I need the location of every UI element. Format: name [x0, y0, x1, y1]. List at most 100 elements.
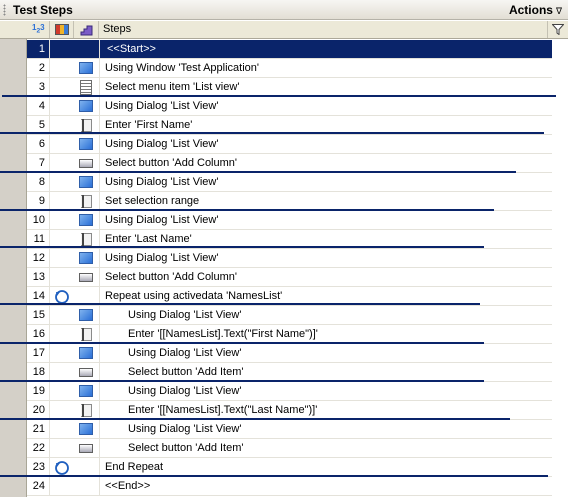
step-row[interactable]: 6 Using Dialog 'List View' [0, 135, 552, 154]
step-text: Using Dialog 'List View' [99, 420, 552, 439]
button-icon [79, 444, 93, 453]
edit-field-icon [81, 195, 92, 208]
step-number: 6 [27, 135, 50, 154]
step-type-cell [50, 173, 74, 192]
column-header-number[interactable]: 123 [27, 21, 50, 38]
step-row[interactable]: 10 Using Dialog 'List View' [0, 211, 552, 230]
panel-title: Test Steps [13, 3, 73, 17]
step-number: 10 [27, 211, 50, 230]
step-text: Select button 'Add Column' [99, 268, 552, 287]
edit-field-icon [81, 233, 92, 246]
window-icon [79, 347, 93, 359]
step-number: 13 [27, 268, 50, 287]
step-number: 2 [27, 59, 50, 78]
filter-icon [552, 24, 564, 35]
step-number: 1 [27, 40, 50, 59]
step-text: Using Dialog 'List View' [99, 306, 552, 325]
step-row[interactable]: 17 Using Dialog 'List View' [0, 344, 552, 363]
step-type-cell [50, 211, 74, 230]
step-type-cell [50, 344, 74, 363]
step-icon-cell [74, 477, 99, 496]
step-text: <<End>> [99, 477, 552, 496]
step-type-cell [50, 40, 74, 59]
step-number: 22 [27, 439, 50, 458]
step-row[interactable]: 13 Select button 'Add Column' [0, 268, 552, 287]
step-row[interactable]: 21 Using Dialog 'List View' [0, 420, 552, 439]
step-text: Using Dialog 'List View' [99, 97, 552, 116]
step-row[interactable]: 22 Select button 'Add Item' [0, 439, 552, 458]
step-type-cell [50, 268, 74, 287]
repeat-icon [54, 289, 70, 304]
step-type-cell [50, 249, 74, 268]
step-row[interactable]: 19 Using Dialog 'List View' [0, 382, 552, 401]
window-icon [79, 214, 93, 226]
step-row[interactable]: 8 Using Dialog 'List View' [0, 173, 552, 192]
step-type-cell [50, 135, 74, 154]
step-row[interactable]: 15 Using Dialog 'List View' [0, 306, 552, 325]
column-header-steps[interactable]: Steps [99, 21, 548, 38]
step-number: 12 [27, 249, 50, 268]
step-icon-cell [74, 211, 99, 230]
column-header-level[interactable] [74, 21, 99, 38]
step-type-cell [50, 382, 74, 401]
step-icon-cell [74, 420, 99, 439]
step-text: Using Dialog 'List View' [99, 135, 552, 154]
step-icon-cell [74, 135, 99, 154]
button-icon [79, 273, 93, 282]
staircase-icon [80, 25, 93, 36]
step-row[interactable]: 12 Using Dialog 'List View' [0, 249, 552, 268]
step-row[interactable]: 2 Using Window 'Test Application' [0, 59, 552, 78]
group-divider [0, 132, 544, 134]
step-number: 8 [27, 173, 50, 192]
step-type-cell [50, 439, 74, 458]
step-type-cell [50, 59, 74, 78]
window-icon [79, 423, 93, 435]
step-text: Using Dialog 'List View' [99, 382, 552, 401]
window-icon [79, 252, 93, 264]
step-icon-cell [74, 59, 99, 78]
bricks-icon [55, 24, 69, 35]
step-number: 24 [27, 477, 50, 496]
column-header-type[interactable] [50, 21, 74, 38]
step-number: 21 [27, 420, 50, 439]
actions-label: Actions [508, 3, 553, 17]
step-number: 19 [27, 382, 50, 401]
step-text: Select button 'Add Item' [99, 439, 552, 458]
repeat-icon [54, 460, 70, 475]
step-text: Using Dialog 'List View' [99, 344, 552, 363]
step-text: Using Dialog 'List View' [99, 211, 552, 230]
group-divider [0, 380, 484, 382]
step-icon-cell [74, 97, 99, 116]
step-text: Using Dialog 'List View' [99, 173, 552, 192]
step-icon-cell [74, 268, 99, 287]
window-icon [79, 100, 93, 112]
step-icon-cell [74, 382, 99, 401]
step-text: <<Start>> [99, 40, 552, 59]
numbering-icon: 123 [32, 23, 45, 35]
step-icon-cell [74, 40, 99, 59]
step-type-cell [50, 477, 74, 496]
step-row[interactable]: 1 <<Start>> [0, 40, 552, 59]
group-divider [0, 342, 484, 344]
menu-icon [80, 80, 92, 95]
grip-icon[interactable] [3, 4, 6, 16]
step-type-cell [50, 306, 74, 325]
group-divider [2, 95, 556, 97]
step-icon-cell [74, 306, 99, 325]
button-icon [79, 368, 93, 377]
group-divider [0, 418, 510, 420]
column-header-filter[interactable] [548, 21, 568, 38]
button-icon [79, 159, 93, 168]
step-number: 17 [27, 344, 50, 363]
group-divider [0, 303, 480, 305]
group-divider [0, 475, 548, 477]
step-row[interactable]: 24 <<End>> [0, 477, 552, 496]
step-row[interactable]: 4 Using Dialog 'List View' [0, 97, 552, 116]
step-icon-cell [74, 173, 99, 192]
window-icon [79, 138, 93, 150]
window-icon [79, 176, 93, 188]
edit-field-icon [81, 404, 92, 417]
step-text: Using Dialog 'List View' [99, 249, 552, 268]
group-divider [0, 171, 516, 173]
actions-menu-button[interactable]: Actions ∇ [509, 3, 562, 17]
